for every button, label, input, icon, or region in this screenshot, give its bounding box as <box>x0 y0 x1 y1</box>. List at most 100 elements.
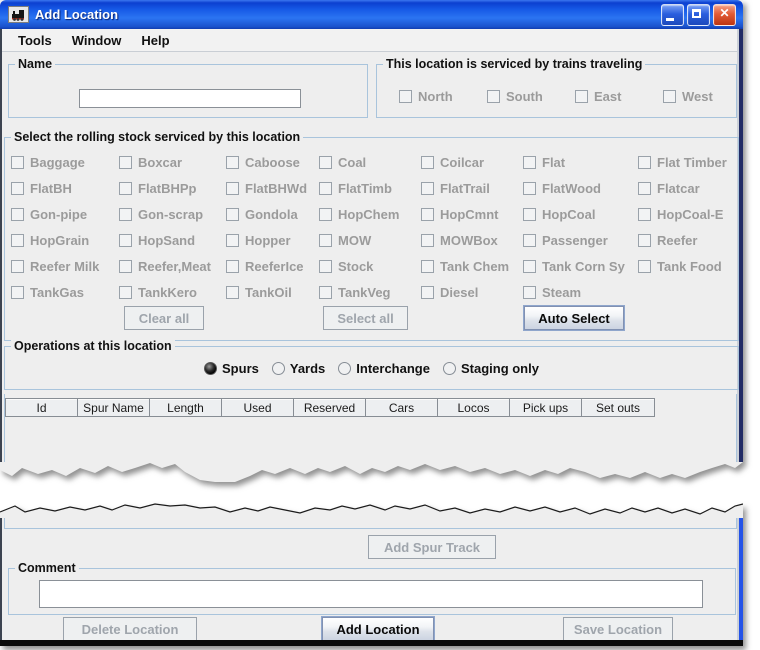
checkbox-icon <box>226 234 239 247</box>
window-title: Add Location <box>35 7 118 22</box>
auto-select-button[interactable]: Auto Select <box>524 306 624 330</box>
table-column-header[interactable]: Reserved <box>294 399 366 416</box>
rolling-stock-checkbox[interactable]: HopSand <box>119 233 226 248</box>
checkbox-icon <box>523 182 536 195</box>
menu-item[interactable]: Window <box>62 33 132 48</box>
checkbox-icon <box>226 260 239 273</box>
rolling-stock-checkbox[interactable]: Baggage <box>11 155 119 170</box>
checkbox-icon <box>399 90 412 103</box>
rolling-stock-checkbox[interactable]: HopGrain <box>11 233 119 248</box>
direction-checkbox[interactable]: South <box>487 89 575 104</box>
window-top-fragment: Add Location Tools Window Help <box>0 0 744 490</box>
operations-radio[interactable]: Interchange <box>338 361 430 376</box>
minimize-button[interactable] <box>661 4 684 26</box>
operations-radio[interactable]: Yards <box>272 361 325 376</box>
checkbox-label: Steam <box>542 285 581 300</box>
radio-icon <box>338 362 351 375</box>
rolling-stock-checkbox[interactable]: FlatTrail <box>421 181 523 196</box>
rolling-stock-checkbox[interactable]: ReeferIce <box>226 259 319 274</box>
rolling-stock-checkbox[interactable]: TankKero <box>119 285 226 300</box>
train-icon <box>8 6 29 23</box>
save-location-button[interactable]: Save Location <box>563 617 673 641</box>
rolling-stock-grid: Baggage Boxcar Caboose <box>11 149 738 305</box>
operations-radio-row: Spurs Yards Interchange <box>5 361 738 376</box>
rolling-stock-checkbox[interactable]: Flat <box>523 155 638 170</box>
clear-all-button[interactable]: Clear all <box>124 306 204 330</box>
rolling-stock-checkbox[interactable]: Reefer <box>638 233 738 248</box>
rolling-stock-checkbox[interactable]: Tank Chem <box>421 259 523 274</box>
rolling-stock-checkbox[interactable]: Coal <box>319 155 421 170</box>
rolling-stock-checkbox[interactable]: Coilcar <box>421 155 523 170</box>
rolling-stock-checkbox[interactable]: HopCoal <box>523 207 638 222</box>
direction-checkbox[interactable]: North <box>399 89 487 104</box>
rolling-stock-checkbox[interactable]: Gon-scrap <box>119 207 226 222</box>
rolling-stock-checkbox[interactable]: Stock <box>319 259 421 274</box>
rolling-stock-checkbox[interactable]: Caboose <box>226 155 319 170</box>
table-column-header[interactable]: Cars <box>366 399 438 416</box>
spur-table-header: Id Spur Name Length Used Reserved Cars L… <box>5 398 655 417</box>
close-button[interactable] <box>713 4 736 26</box>
rolling-stock-checkbox[interactable]: Reefer Milk <box>11 259 119 274</box>
comment-input[interactable] <box>39 580 703 608</box>
checkbox-label: Baggage <box>30 155 85 170</box>
rolling-stock-checkbox[interactable]: Reefer,Meat <box>119 259 226 274</box>
radio-label: Staging only <box>461 361 539 376</box>
table-column-header[interactable]: Pick ups <box>510 399 582 416</box>
rolling-stock-checkbox[interactable]: TankOil <box>226 285 319 300</box>
rolling-stock-checkbox[interactable]: HopChem <box>319 207 421 222</box>
operations-radio[interactable]: Staging only <box>443 361 539 376</box>
rolling-stock-checkbox[interactable]: Hopper <box>226 233 319 248</box>
rolling-stock-checkbox[interactable]: Boxcar <box>119 155 226 170</box>
checkbox-label: Tank Corn Sy <box>542 259 625 274</box>
table-column-header[interactable]: Id <box>6 399 78 416</box>
checkbox-label: TankVeg <box>338 285 391 300</box>
rolling-stock-checkbox[interactable]: Tank Food <box>638 259 738 274</box>
table-column-header[interactable]: Used <box>222 399 294 416</box>
maximize-button[interactable] <box>687 4 710 26</box>
rolling-stock-checkbox[interactable]: Gondola <box>226 207 319 222</box>
table-column-header[interactable]: Locos <box>438 399 510 416</box>
direction-checkbox[interactable]: East <box>575 89 663 104</box>
add-location-button[interactable]: Add Location <box>322 617 434 641</box>
rolling-stock-checkbox[interactable]: TankVeg <box>319 285 421 300</box>
checkbox-label: Gon-scrap <box>138 207 203 222</box>
location-name-input[interactable] <box>79 89 301 108</box>
checkbox-label: Stock <box>338 259 373 274</box>
checkbox-icon <box>523 156 536 169</box>
rolling-stock-checkbox[interactable]: Diesel <box>421 285 523 300</box>
rolling-stock-checkbox[interactable]: MOWBox <box>421 233 523 248</box>
direction-checkbox[interactable]: West <box>663 89 751 104</box>
rolling-stock-checkbox[interactable]: TankGas <box>11 285 119 300</box>
checkbox-label: TankKero <box>138 285 197 300</box>
rolling-stock-checkbox[interactable]: FlatWood <box>523 181 638 196</box>
table-column-header[interactable]: Spur Name <box>78 399 150 416</box>
rolling-stock-checkbox[interactable]: MOW <box>319 233 421 248</box>
checkbox-label: Reefer Milk <box>30 259 99 274</box>
rolling-stock-checkbox[interactable]: HopCoal-E <box>638 207 738 222</box>
radio-label: Yards <box>290 361 325 376</box>
window-border-left <box>0 29 2 462</box>
table-column-header[interactable]: Set outs <box>582 399 654 416</box>
delete-location-button[interactable]: Delete Location <box>63 617 197 641</box>
table-column-header[interactable]: Length <box>150 399 222 416</box>
rolling-stock-checkbox[interactable]: FlatTimb <box>319 181 421 196</box>
title-bar[interactable]: Add Location <box>0 0 743 29</box>
select-all-button[interactable]: Select all <box>323 306 408 330</box>
menu-item[interactable]: Tools <box>8 33 62 48</box>
rolling-stock-checkbox[interactable]: Flat Timber <box>638 155 738 170</box>
checkbox-icon <box>119 286 132 299</box>
menu-item[interactable]: Help <box>131 33 179 48</box>
add-spur-track-button[interactable]: Add Spur Track <box>368 535 496 559</box>
rolling-stock-checkbox[interactable]: Passenger <box>523 233 638 248</box>
checkbox-label: HopCoal-E <box>657 207 723 222</box>
rolling-stock-checkbox[interactable]: HopCmnt <box>421 207 523 222</box>
rolling-stock-checkbox[interactable]: FlatBHWd <box>226 181 319 196</box>
rolling-stock-checkbox[interactable]: Gon-pipe <box>11 207 119 222</box>
checkbox-icon <box>421 182 434 195</box>
rolling-stock-checkbox[interactable]: Tank Corn Sy <box>523 259 638 274</box>
rolling-stock-checkbox[interactable]: Steam <box>523 285 638 300</box>
rolling-stock-checkbox[interactable]: FlatBH <box>11 181 119 196</box>
rolling-stock-checkbox[interactable]: FlatBHPp <box>119 181 226 196</box>
rolling-stock-checkbox[interactable]: Flatcar <box>638 181 738 196</box>
operations-radio[interactable]: Spurs <box>204 361 259 376</box>
